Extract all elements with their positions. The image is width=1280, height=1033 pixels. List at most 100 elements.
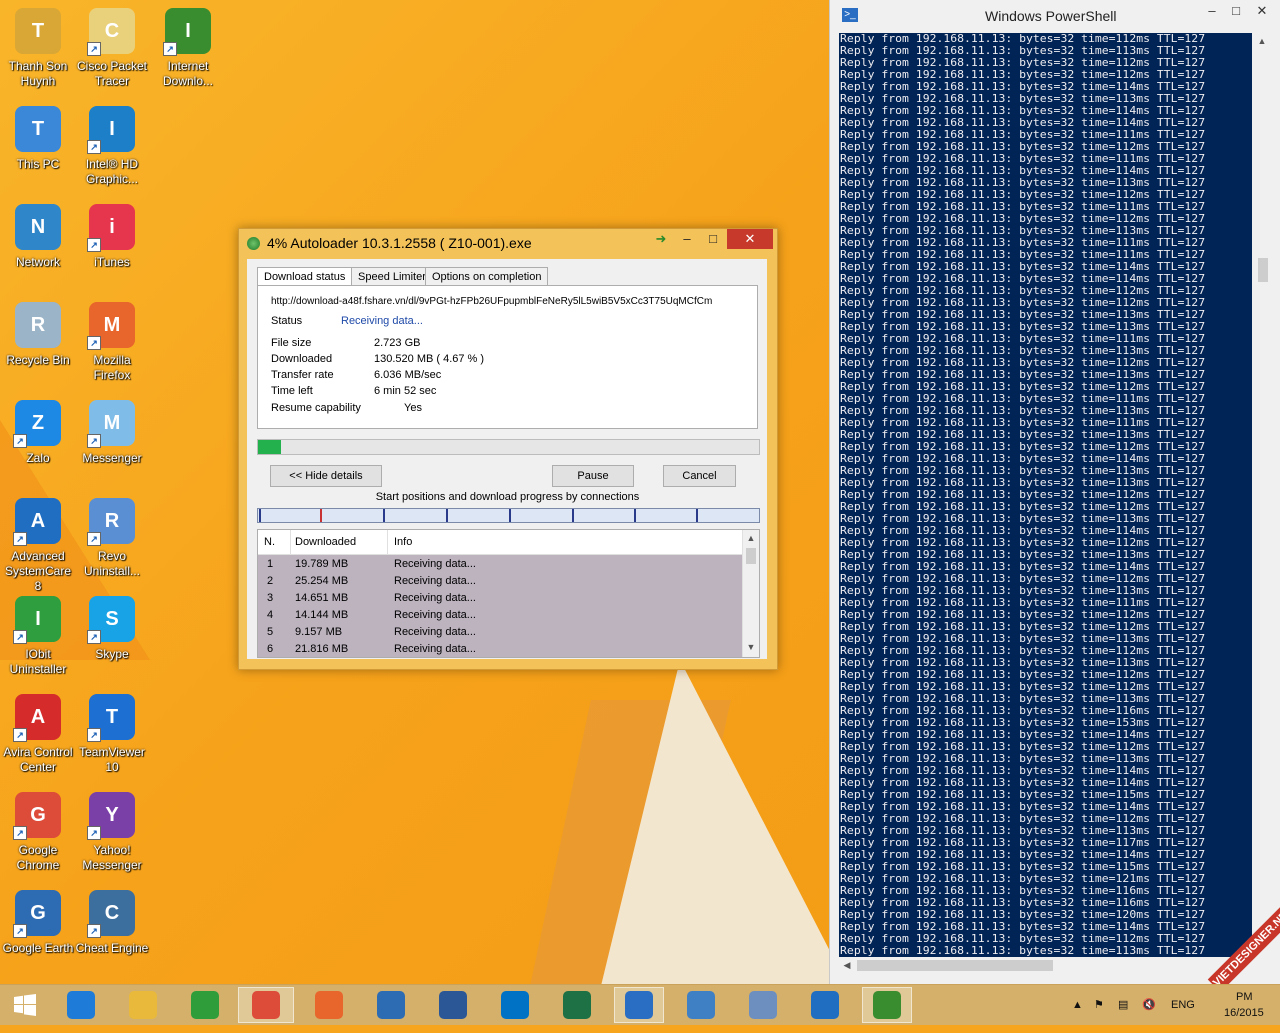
taskbar-button[interactable] bbox=[552, 987, 602, 1023]
taskbar-button[interactable] bbox=[180, 987, 230, 1023]
taskbar-button[interactable] bbox=[738, 987, 788, 1023]
shortcut-arrow-icon: ↗ bbox=[13, 826, 27, 840]
table-row[interactable]: 5 9.157 MB Receiving data... bbox=[258, 624, 742, 641]
scroll-thumb[interactable] bbox=[1258, 258, 1268, 282]
connection-marker bbox=[696, 509, 698, 522]
desktop-icon[interactable]: Y ↗ Yahoo! Messenger bbox=[74, 792, 150, 873]
desktop-icon[interactable]: i ↗ iTunes bbox=[74, 204, 150, 270]
column-header-number[interactable]: N. bbox=[258, 530, 291, 554]
table-row[interactable]: 1 19.789 MB Receiving data... bbox=[258, 556, 742, 573]
table-row[interactable]: 2 25.254 MB Receiving data... bbox=[258, 573, 742, 590]
connections-scrollbar[interactable]: ▲ ▼ bbox=[742, 530, 759, 657]
desktop-icon[interactable]: C ↗ Cheat Engine bbox=[74, 890, 150, 956]
taskbar-button[interactable] bbox=[118, 987, 168, 1023]
desktop-icon[interactable]: S ↗ Skype bbox=[74, 596, 150, 662]
taskbar-button[interactable] bbox=[428, 987, 478, 1023]
network-tray-icon[interactable]: ▤ bbox=[1118, 985, 1128, 1025]
cancel-button[interactable]: Cancel bbox=[663, 465, 736, 487]
clock-date[interactable]: 16/2015 bbox=[1224, 993, 1264, 1033]
console-horizontal-scrollbar[interactable]: ◀ bbox=[839, 957, 1252, 974]
scroll-up-icon[interactable]: ▲ bbox=[743, 530, 759, 546]
paint-icon bbox=[749, 991, 777, 1019]
desktop-icon[interactable]: Z ↗ Zalo bbox=[0, 400, 76, 466]
scroll-thumb[interactable] bbox=[857, 960, 1053, 971]
action-center-flag-icon[interactable]: ⚑ bbox=[1094, 985, 1104, 1025]
connections-table-header: N. Downloaded Info bbox=[258, 530, 742, 555]
tab-speed-limiter[interactable]: Speed Limiter bbox=[351, 267, 433, 287]
desktop-icon-label: Google Earth bbox=[2, 941, 74, 955]
close-button[interactable]: ✕ bbox=[1250, 3, 1274, 19]
taskbar-button[interactable] bbox=[800, 987, 850, 1023]
desktop-icon-label: Internet Downlo... bbox=[162, 59, 214, 88]
desktop-icon[interactable]: I ↗ Internet Downlo... bbox=[150, 8, 226, 89]
tab-options-on-completion[interactable]: Options on completion bbox=[425, 267, 549, 287]
column-header-info[interactable]: Info bbox=[388, 530, 744, 554]
minimize-button[interactable]: – bbox=[1200, 3, 1224, 18]
taskbar-button[interactable] bbox=[676, 987, 726, 1023]
connection-marker bbox=[509, 509, 511, 522]
table-row[interactable]: 4 14.144 MB Receiving data... bbox=[258, 607, 742, 624]
pause-button[interactable]: Pause bbox=[552, 465, 634, 487]
powershell-icon: >_ bbox=[842, 8, 858, 22]
desktop-icon[interactable]: M ↗ Mozilla Firefox bbox=[74, 302, 150, 383]
scroll-thumb[interactable] bbox=[746, 548, 756, 564]
desktop-icon[interactable]: T Thanh Son Huynh bbox=[0, 8, 76, 89]
desktop-icon-label: IObit Uninstaller bbox=[9, 647, 67, 676]
remote-desktop-icon bbox=[687, 991, 715, 1019]
taskbar-button[interactable] bbox=[56, 987, 106, 1023]
shortcut-arrow-icon: ↗ bbox=[87, 336, 101, 350]
volume-muted-icon[interactable]: 🔇 bbox=[1142, 985, 1156, 1025]
desktop-icon[interactable]: G ↗ Google Earth bbox=[0, 890, 76, 956]
table-cell-n: 4 bbox=[267, 609, 274, 621]
taskbar-button[interactable] bbox=[304, 987, 354, 1023]
connection-marker bbox=[383, 509, 385, 522]
language-indicator[interactable]: ENG bbox=[1171, 985, 1195, 1025]
desktop-icon[interactable]: I ↗ IObit Uninstaller bbox=[0, 596, 76, 677]
desktop-icon[interactable]: T ↗ TeamViewer 10 bbox=[74, 694, 150, 775]
taskbar-button[interactable] bbox=[0, 987, 50, 1023]
maximize-button[interactable]: □ bbox=[1224, 3, 1248, 18]
skype-icon: S ↗ bbox=[87, 596, 135, 644]
console-vertical-scrollbar[interactable]: ▲ bbox=[1254, 33, 1271, 957]
shortcut-arrow-icon: ↗ bbox=[87, 630, 101, 644]
arrow-icon[interactable]: ➜ bbox=[649, 229, 673, 249]
transfer-rate-label: Transfer rate bbox=[271, 369, 334, 381]
taskbar-button[interactable] bbox=[862, 987, 912, 1023]
firefox-icon: M ↗ bbox=[87, 302, 135, 350]
desktop-icon[interactable]: T This PC bbox=[0, 106, 76, 172]
taskbar-button[interactable] bbox=[238, 987, 294, 1023]
powershell-title: Windows PowerShell bbox=[985, 8, 1117, 24]
desktop-icon[interactable]: G ↗ Google Chrome bbox=[0, 792, 76, 873]
scroll-down-icon[interactable]: ▼ bbox=[743, 639, 759, 655]
shortcut-arrow-icon: ↗ bbox=[87, 42, 101, 56]
powershell-console[interactable]: Reply from 192.168.11.13: bytes=32 time=… bbox=[839, 33, 1252, 957]
tab-download-status[interactable]: Download status bbox=[257, 267, 353, 287]
scroll-up-icon[interactable]: ▲ bbox=[1254, 33, 1270, 49]
table-row[interactable]: 3 14.651 MB Receiving data... bbox=[258, 590, 742, 607]
scroll-left-icon[interactable]: ◀ bbox=[839, 957, 855, 973]
desktop-icon[interactable]: R ↗ Revo Uninstall... bbox=[74, 498, 150, 579]
table-cell-downloaded: 14.144 MB bbox=[295, 609, 349, 621]
taskbar-button[interactable] bbox=[490, 987, 540, 1023]
close-button[interactable]: ✕ bbox=[727, 229, 773, 249]
minimize-button[interactable]: – bbox=[675, 229, 699, 249]
column-header-downloaded[interactable]: Downloaded bbox=[291, 530, 388, 554]
desktop-icon[interactable]: A ↗ Advanced SystemCare 8 bbox=[0, 498, 76, 594]
autoloader-titlebar[interactable]: 4% Autoloader 10.3.1.2558 ( Z10-001).exe… bbox=[239, 229, 777, 257]
table-cell-n: 5 bbox=[267, 626, 274, 638]
show-hidden-icons-icon[interactable]: ▲ bbox=[1072, 985, 1083, 1025]
desktop-icon[interactable]: R Recycle Bin bbox=[0, 302, 76, 368]
desktop-icon[interactable]: I ↗ Intel® HD Graphic... bbox=[74, 106, 150, 187]
table-cell-n: 2 bbox=[267, 575, 274, 587]
table-cell-downloaded: 14.651 MB bbox=[295, 592, 349, 604]
taskbar-button[interactable] bbox=[366, 987, 416, 1023]
desktop-icon[interactable]: N Network bbox=[0, 204, 76, 270]
desktop-icon[interactable]: C ↗ Cisco Packet Tracer bbox=[74, 8, 150, 89]
hide-details-button[interactable]: << Hide details bbox=[270, 465, 382, 487]
avira-icon: A ↗ bbox=[13, 694, 61, 742]
desktop-icon[interactable]: A ↗ Avira Control Center bbox=[0, 694, 76, 775]
taskbar-button[interactable] bbox=[614, 987, 664, 1023]
table-row[interactable]: 6 21.816 MB Receiving data... bbox=[258, 641, 742, 657]
desktop-icon[interactable]: M ↗ Messenger bbox=[74, 400, 150, 466]
maximize-button[interactable]: □ bbox=[701, 229, 725, 249]
